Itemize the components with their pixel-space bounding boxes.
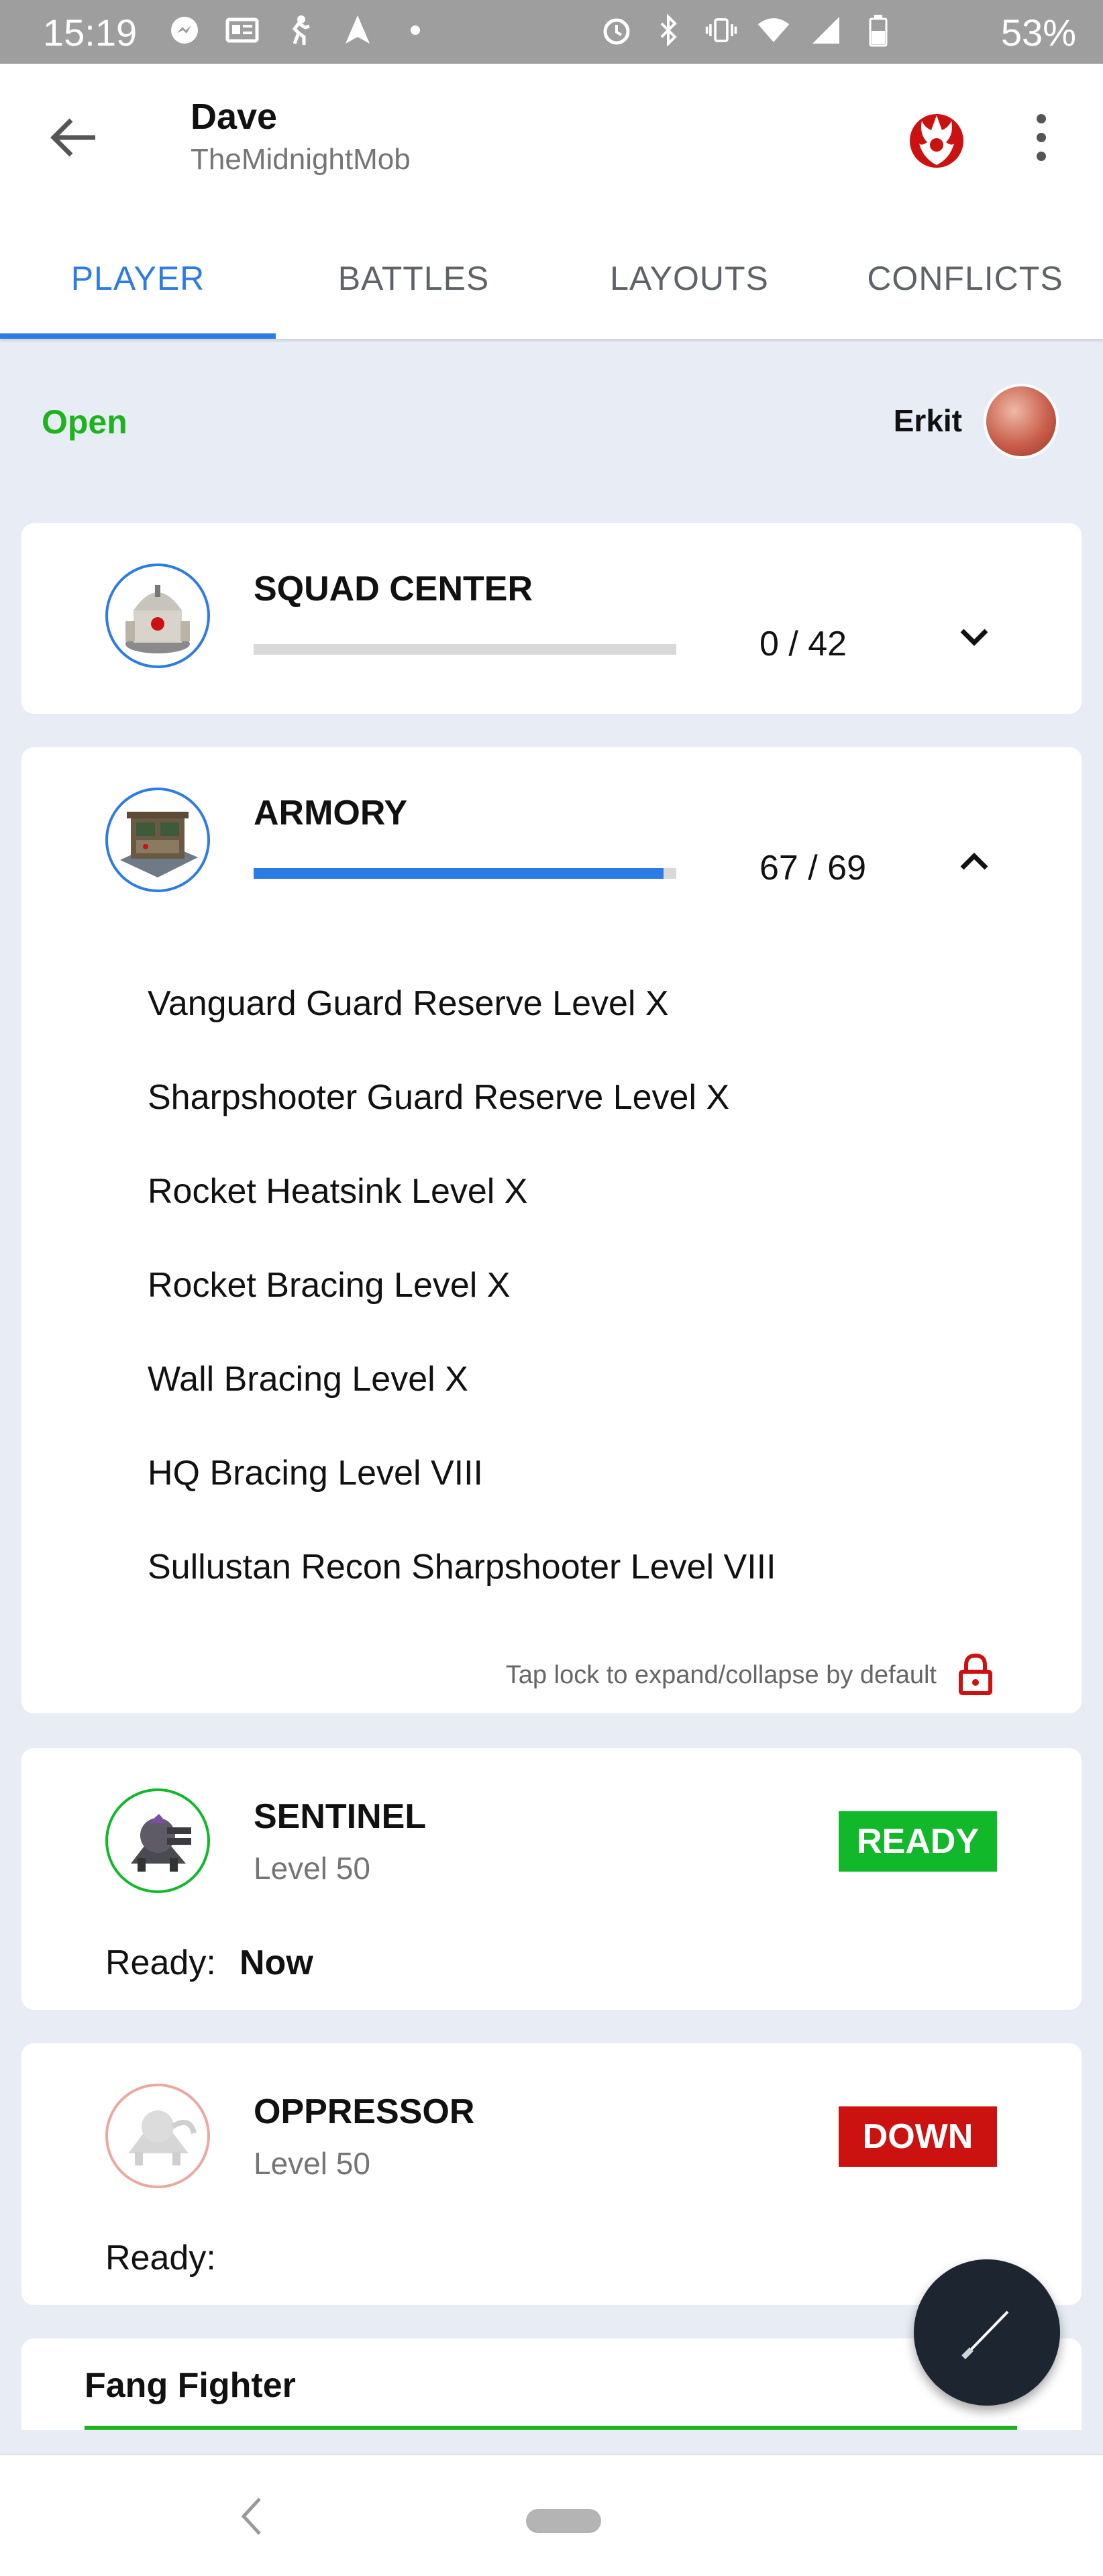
more-vert-icon	[1037, 114, 1046, 123]
app-bar: Dave TheMidnightMob	[0, 64, 1103, 218]
ready-label: Ready:	[105, 2239, 216, 2277]
squad-center-icon	[105, 564, 210, 668]
lock-hint: Tap lock to expand/collapse by default	[505, 1661, 937, 1689]
tab-player[interactable]: PLAYER	[0, 218, 276, 339]
upgrade-item: Rocket Heatsink Level X	[148, 1172, 528, 1211]
unit-card-oppressor[interactable]: OPPRESSOR Level 50 DOWN Ready:	[21, 2043, 1082, 2305]
nav-back-button[interactable]	[228, 2493, 275, 2540]
status-badge: READY	[839, 1811, 997, 1872]
navigation-icon	[341, 13, 374, 47]
system-icons	[600, 13, 895, 47]
battery-percent: 53%	[1000, 11, 1076, 54]
collapse-button[interactable]	[947, 841, 1001, 881]
system-nav-bar	[0, 2454, 1103, 2576]
bluetooth-icon	[652, 13, 686, 47]
chevron-down-icon	[960, 629, 988, 646]
building-count: 0 / 42	[759, 625, 847, 663]
upgrade-item: Wall Bracing Level X	[148, 1360, 468, 1399]
notification-icons	[168, 13, 432, 47]
ready-label: Ready:	[105, 1943, 216, 1982]
upgrade-item: Sullustan Recon Sharpshooter Level VIII	[148, 1548, 776, 1587]
tab-battles[interactable]: BATTLES	[276, 218, 552, 339]
alarm-icon	[600, 13, 633, 47]
expand-button[interactable]	[947, 617, 1001, 657]
tab-conflicts[interactable]: CONFLICTS	[827, 218, 1103, 339]
building-card-squad-center[interactable]: SQUAD CENTER 0 / 42	[21, 523, 1082, 714]
edit-fab[interactable]	[914, 2259, 1060, 2406]
page-subtitle: TheMidnightMob	[191, 143, 411, 176]
vibrate-icon	[704, 13, 738, 47]
messenger-icon	[168, 13, 201, 47]
progress-bar	[254, 644, 676, 655]
unit-card-sentinel[interactable]: SENTINEL Level 50 READY Ready: Now	[21, 1748, 1082, 2010]
building-card-armory[interactable]: ARMORY 67 / 69 Vanguard Guard Reserve Le…	[21, 747, 1082, 1713]
tab-bar: PLAYER BATTLES LAYOUTS CONFLICTS	[0, 218, 1103, 339]
news-icon	[225, 13, 259, 47]
arrow-left-icon	[50, 118, 95, 157]
progress-line	[85, 2426, 1017, 2430]
ready-value: Now	[240, 1943, 313, 1982]
more-button[interactable]	[1020, 104, 1063, 171]
lock-icon	[959, 1653, 992, 1695]
building-count: 67 / 69	[759, 849, 867, 888]
avatar[interactable]	[984, 384, 1059, 459]
unit-level: Level 50	[254, 1851, 370, 1886]
player-name: Erkit	[893, 403, 962, 438]
upgrade-item: Sharpshooter Guard Reserve Level X	[148, 1078, 730, 1117]
upgrade-item: Vanguard Guard Reserve Level X	[148, 984, 669, 1023]
status-badge: DOWN	[839, 2106, 997, 2167]
upgrade-item: HQ Bracing Level VIII	[148, 1454, 483, 1493]
status-time: 15:19	[43, 11, 138, 54]
unit-name: OPPRESSOR	[254, 2092, 475, 2131]
signal-icon	[809, 13, 843, 47]
dot-icon	[399, 13, 432, 47]
chevron-up-icon	[960, 853, 988, 870]
tab-layouts[interactable]: LAYOUTS	[552, 218, 827, 339]
wifi-icon	[757, 13, 790, 47]
lock-button[interactable]	[957, 1653, 994, 1696]
building-name: SQUAD CENTER	[254, 570, 533, 608]
progress-bar	[254, 868, 676, 879]
lightsaber-edit-icon	[961, 2310, 1009, 2359]
unit-name: Fang Fighter	[85, 2366, 296, 2405]
person-run-icon	[283, 13, 317, 47]
status-bar: 15:19 53%	[0, 0, 1103, 64]
armory-icon	[105, 788, 210, 892]
sentinel-icon	[105, 1788, 210, 1893]
building-name: ARMORY	[254, 794, 408, 833]
nav-home-button[interactable]	[526, 2509, 601, 2533]
faction-button[interactable]	[904, 107, 969, 172]
back-button[interactable]	[40, 104, 107, 171]
rebel-alliance-icon	[910, 114, 963, 168]
battery-icon	[861, 13, 895, 47]
page-title: Dave	[191, 97, 278, 137]
chevron-left-icon	[241, 2498, 261, 2535]
open-status: Open	[42, 403, 127, 441]
unit-name: SENTINEL	[254, 1797, 427, 1836]
unit-level: Level 50	[254, 2146, 370, 2181]
progress-fill	[254, 868, 664, 879]
oppressor-icon	[105, 2084, 210, 2188]
upgrade-item: Rocket Bracing Level X	[148, 1266, 511, 1305]
